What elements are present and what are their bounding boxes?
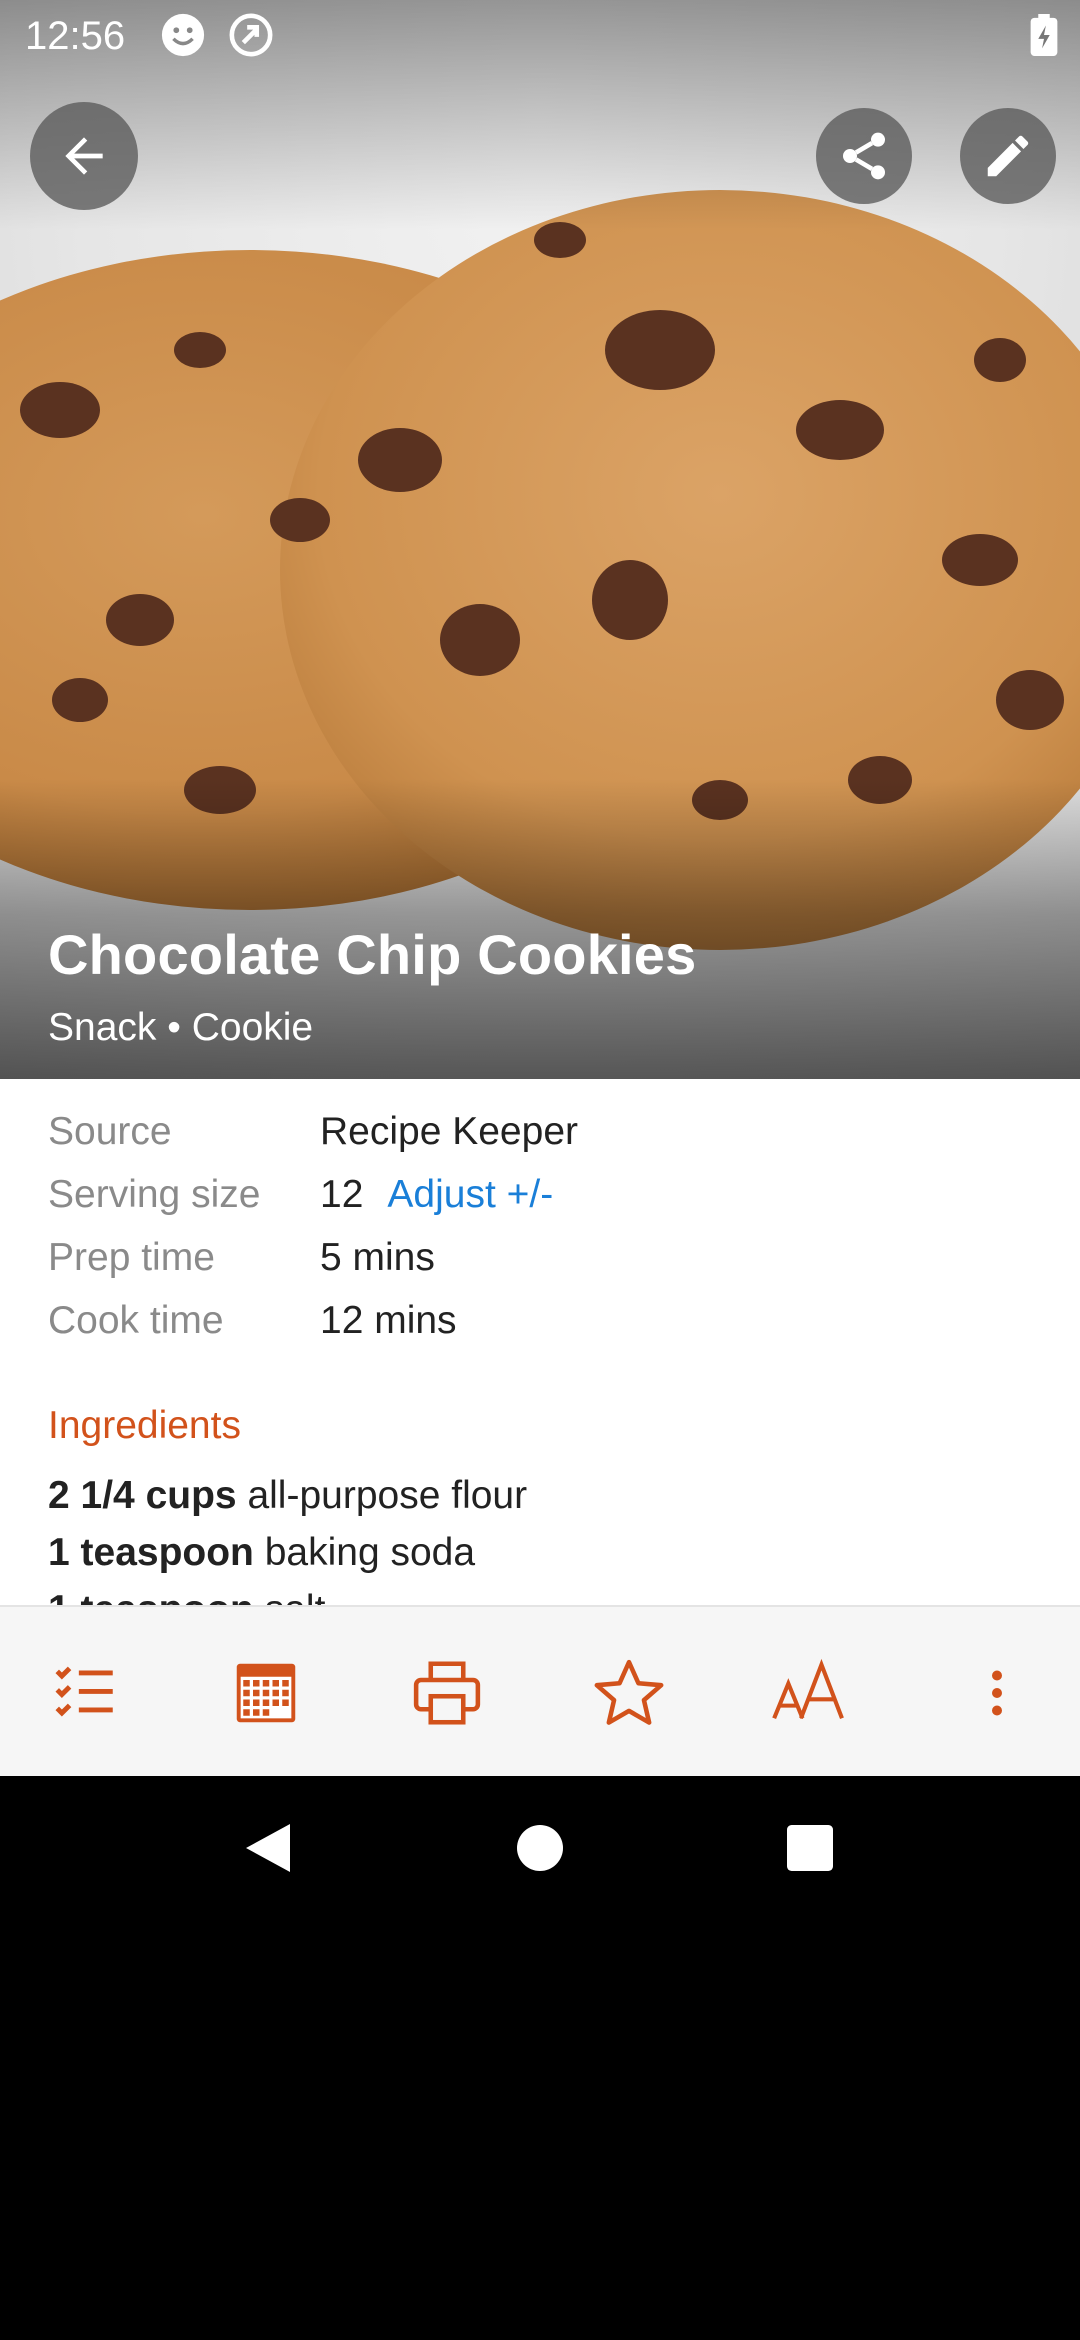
recipe-title: Chocolate Chip Cookies [48,923,697,986]
checklist-button[interactable] [20,1607,150,1776]
detail-value: 12 mins [320,1299,457,1342]
adjust-servings-link[interactable]: Adjust +/- [387,1173,553,1216]
ingredients-heading: Ingredients [48,1404,241,1447]
serving-count: 12 [320,1173,364,1216]
ingredient-quantity: 2 1/4 cups [48,1474,237,1517]
print-icon [413,1660,481,1725]
arrow-back-icon [65,137,103,175]
pencil-icon [987,135,1029,177]
ingredient-item: 1 teaspoon baking soda [48,1531,475,1575]
recipe-photo-header: Chocolate Chip Cookies Snack • Cookie [0,0,1080,1079]
back-button[interactable] [30,102,138,210]
nav-recents-button[interactable] [767,1800,853,1896]
meal-planner-button[interactable] [201,1607,331,1776]
share-icon [843,132,885,180]
detail-value: 5 mins [320,1236,435,1279]
ingredient-item: 2 1/4 cups all-purpose flour [48,1474,527,1518]
more-options-button[interactable] [932,1607,1062,1776]
print-button[interactable] [382,1607,512,1776]
ingredient-quantity: 1 teaspoon [48,1531,254,1574]
edit-button[interactable] [960,108,1056,204]
detail-label: Cook time [48,1299,224,1342]
face-icon [161,13,205,57]
ingredient-name: all-purpose flour [247,1474,528,1517]
status-time: 12:56 [25,14,126,58]
nav-home-icon [517,1825,563,1871]
nav-home-button[interactable] [497,1800,583,1896]
nav-back-button[interactable] [225,1800,311,1896]
text-size-button[interactable] [747,1607,877,1776]
detail-label: Serving size [48,1173,261,1216]
calendar-icon [236,1663,296,1722]
nav-recents-icon [787,1825,833,1871]
recipe-categories: Snack • Cookie [48,1006,314,1049]
checklist-icon [55,1666,113,1717]
sync-icon [229,13,273,57]
detail-label: Prep time [48,1236,215,1279]
favorite-button[interactable] [564,1607,694,1776]
system-navigation-bar [0,1776,1080,1920]
battery-icon [1030,14,1058,56]
more-vert-icon [992,1670,1002,1715]
ingredient-name: baking soda [264,1531,476,1574]
detail-label: Source [48,1110,172,1153]
recipe-toolbar [0,1605,1080,1776]
status-bar: 12:56 [0,0,1080,72]
detail-value: 12 Adjust +/- [320,1173,553,1217]
detail-value: Recipe Keeper [320,1110,578,1153]
star-icon [594,1659,664,1725]
text-size-icon [772,1658,844,1719]
share-button[interactable] [816,108,912,204]
nav-back-icon [246,1824,290,1872]
app-screen: Chocolate Chip Cookies Snack • Cookie 12… [0,0,1080,1776]
